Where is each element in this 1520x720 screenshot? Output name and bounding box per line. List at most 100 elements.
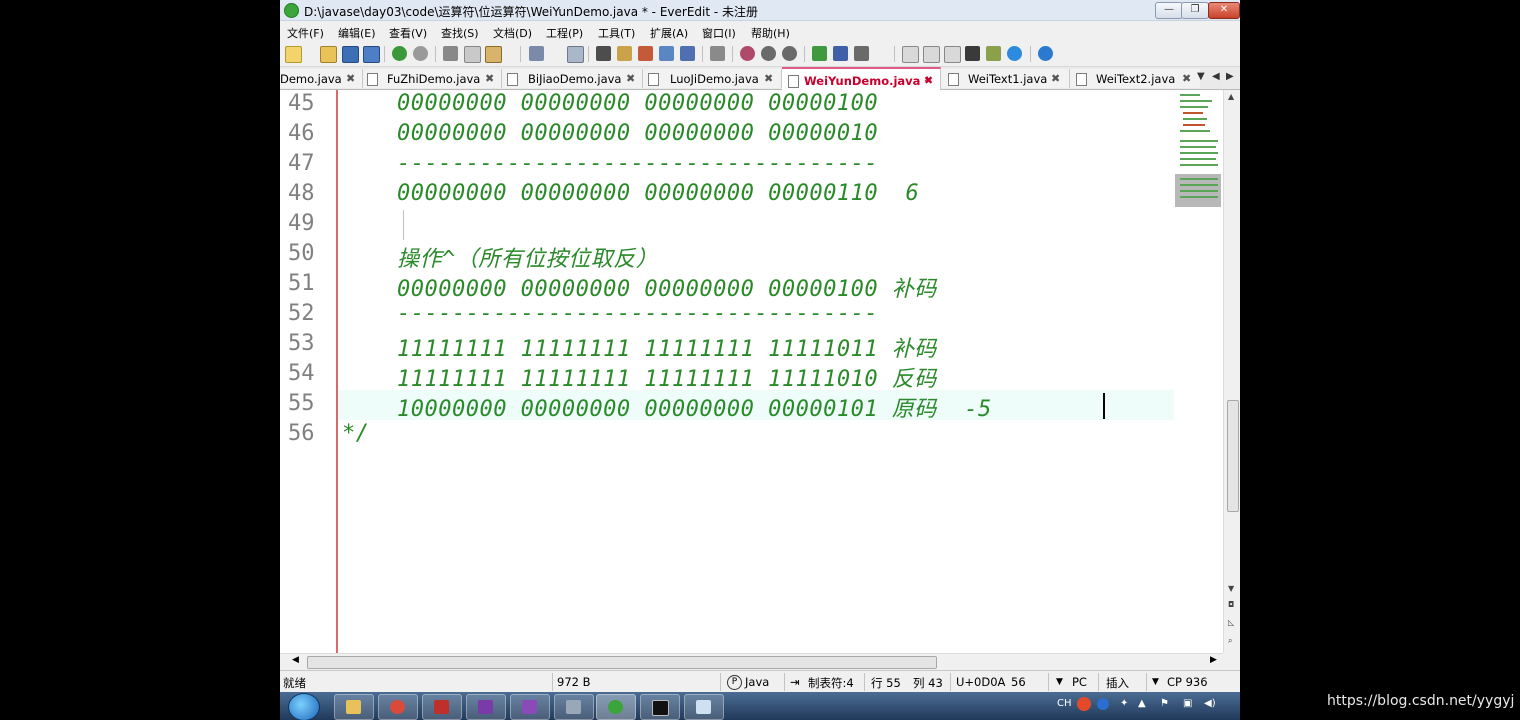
close-tab-icon[interactable]: ✖ [764, 72, 773, 85]
split-icon[interactable]: ◺ [1228, 618, 1234, 627]
restore-button[interactable]: ❐ [1181, 2, 1209, 19]
menu-project[interactable]: 工程(P) [546, 25, 583, 41]
menu-window[interactable]: 窗口(I) [702, 25, 736, 41]
close-tab-icon[interactable]: ✖ [1051, 72, 1060, 85]
close-tab-icon[interactable]: ✖ [626, 72, 635, 85]
taskbar-cmd[interactable] [640, 694, 680, 720]
open-file-icon[interactable] [320, 46, 337, 63]
vertical-scroll-thumb[interactable] [1227, 400, 1239, 512]
line-ending-dropdown-icon[interactable]: ▼ [1056, 677, 1063, 687]
panel-icon[interactable]: ◘ [1228, 600, 1234, 609]
code-line[interactable]: 11111111 11111111 11111111 11111011 补码 [342, 331, 937, 363]
status-encoding[interactable]: CP 936 [1167, 675, 1208, 689]
find-icon[interactable] [596, 46, 611, 61]
code-line[interactable]: 操作^（所有位按位取反） [342, 241, 658, 273]
sogou-input-icon[interactable] [1077, 697, 1091, 711]
minimize-button[interactable]: — [1155, 2, 1183, 19]
close-button[interactable]: ✕ [1208, 2, 1240, 19]
code-editor[interactable]: 45 46 47 48 49 50 51 52 53 54 55 56 0000… [280, 90, 1223, 653]
tray-language[interactable]: CH [1057, 698, 1072, 709]
taskbar-app[interactable] [554, 694, 594, 720]
taskbar-notepad[interactable] [684, 694, 724, 720]
encoding-dropdown-icon[interactable]: ▼ [1152, 677, 1159, 687]
tab-list-icon[interactable]: ▼ [1197, 71, 1205, 82]
browser-icon[interactable] [1007, 46, 1022, 61]
taskbar-everedit[interactable] [596, 694, 636, 720]
wrap-icon[interactable] [567, 46, 584, 63]
menu-tools[interactable]: 工具(T) [598, 25, 635, 41]
taskbar-onenote-2[interactable] [510, 694, 550, 720]
tab-weitext2[interactable]: WeiText2.java ✖ [1070, 69, 1200, 88]
save-all-icon[interactable] [363, 46, 380, 63]
new-file-icon[interactable] [285, 46, 302, 63]
code-line[interactable]: ----------------------------------- [342, 301, 878, 326]
tray-network-icon[interactable]: ▣ [1183, 698, 1192, 709]
horizontal-scroll-thumb[interactable] [307, 656, 937, 669]
code-line[interactable]: 11111111 11111111 11111111 11111010 反码 [342, 361, 937, 393]
menu-edit[interactable]: 编辑(E) [338, 25, 376, 41]
taskbar-onenote[interactable] [466, 694, 506, 720]
code-line[interactable]: 00000000 00000000 00000000 00000110 6 [342, 181, 919, 206]
code-line[interactable]: */ [342, 421, 370, 446]
tray-volume-icon[interactable]: ◀) [1204, 698, 1216, 709]
vertical-scrollbar[interactable]: ▲ ▼ ◘ ◺ ⌕ [1223, 90, 1240, 653]
tab-scroll-left-icon[interactable]: ◀ [1212, 71, 1220, 82]
menu-document[interactable]: 文档(D) [493, 25, 532, 41]
scroll-down-icon[interactable]: ▼ [1228, 584, 1234, 593]
goto-icon[interactable] [659, 46, 674, 61]
outline-panel-icon[interactable] [923, 46, 940, 63]
tray-settings-icon[interactable]: ✦ [1120, 698, 1128, 709]
minimap-viewport[interactable] [1175, 174, 1221, 207]
code-line[interactable]: 00000000 00000000 00000000 00000010 [342, 121, 878, 146]
help-icon[interactable] [1038, 46, 1053, 61]
find-in-files-icon[interactable] [638, 46, 653, 61]
replace-icon[interactable] [617, 46, 632, 61]
tools-icon[interactable] [854, 46, 869, 61]
code-line[interactable]: ----------------------------------- [342, 151, 878, 176]
tray-flag-icon[interactable]: ⚑ [1160, 698, 1169, 709]
zoom-icon[interactable]: ⌕ [1228, 636, 1232, 646]
taskbar-pdf[interactable] [422, 694, 462, 720]
tab-demo[interactable]: Demo.java ✖ [280, 69, 363, 88]
output-icon[interactable] [833, 46, 848, 61]
menu-search[interactable]: 查找(S) [441, 25, 479, 41]
macro-record-icon[interactable] [740, 46, 755, 61]
redo-icon[interactable] [413, 46, 428, 61]
paste-icon[interactable] [485, 46, 502, 63]
tab-weiyundemo[interactable]: WeiYunDemo.java * ✖ [782, 67, 941, 90]
status-line-ending[interactable]: PC [1072, 675, 1087, 689]
help-tray-icon[interactable] [1097, 698, 1109, 710]
status-language[interactable]: Java [745, 675, 769, 689]
clip-panel-icon[interactable] [944, 46, 961, 63]
save-icon[interactable] [342, 46, 359, 63]
code-line[interactable]: 10000000 00000000 00000000 00000101 原码 -… [342, 391, 992, 423]
close-tab-icon[interactable]: ✖ [1182, 72, 1191, 85]
status-tab-mode[interactable]: 制表符:4 [808, 675, 854, 691]
macro-play-icon[interactable] [782, 46, 797, 61]
menu-view[interactable]: 查看(V) [389, 25, 427, 41]
menu-help[interactable]: 帮助(H) [751, 25, 790, 41]
horizontal-scrollbar[interactable]: ◀ ▶ [280, 653, 1223, 670]
scroll-left-icon[interactable]: ◀ [292, 655, 299, 665]
tab-bijiaodemo[interactable]: BiJiaoDemo.java ✖ [502, 69, 643, 88]
run-icon[interactable] [812, 46, 827, 61]
copy-icon[interactable] [464, 46, 481, 63]
tab-fuzhidemo[interactable]: FuZhiDemo.java ✖ [363, 69, 502, 88]
tab-scroll-right-icon[interactable]: ▶ [1226, 71, 1234, 82]
code-line[interactable]: 00000000 00000000 00000000 00000100 补码 [342, 271, 937, 303]
tab-weitext1[interactable]: WeiText1.java ✖ [941, 69, 1070, 88]
snippet-icon[interactable] [986, 46, 1001, 61]
close-tab-icon[interactable]: ✖ [346, 72, 355, 85]
tab-luojidemo[interactable]: LuoJiDemo.java ✖ [643, 69, 782, 88]
start-button[interactable] [288, 693, 320, 720]
close-tab-icon[interactable]: ✖ [485, 72, 494, 85]
scroll-right-icon[interactable]: ▶ [1210, 655, 1217, 665]
column-mode-icon[interactable] [710, 46, 725, 61]
tray-expand-icon[interactable]: ▲ [1138, 698, 1146, 709]
menu-extensions[interactable]: 扩展(A) [650, 25, 688, 41]
close-tab-icon[interactable]: ✖ [924, 74, 933, 87]
status-insert-mode[interactable]: 插入 [1106, 675, 1129, 691]
scroll-up-icon[interactable]: ▲ [1228, 92, 1234, 101]
bookmark-icon[interactable] [680, 46, 695, 61]
explorer-panel-icon[interactable] [902, 46, 919, 63]
